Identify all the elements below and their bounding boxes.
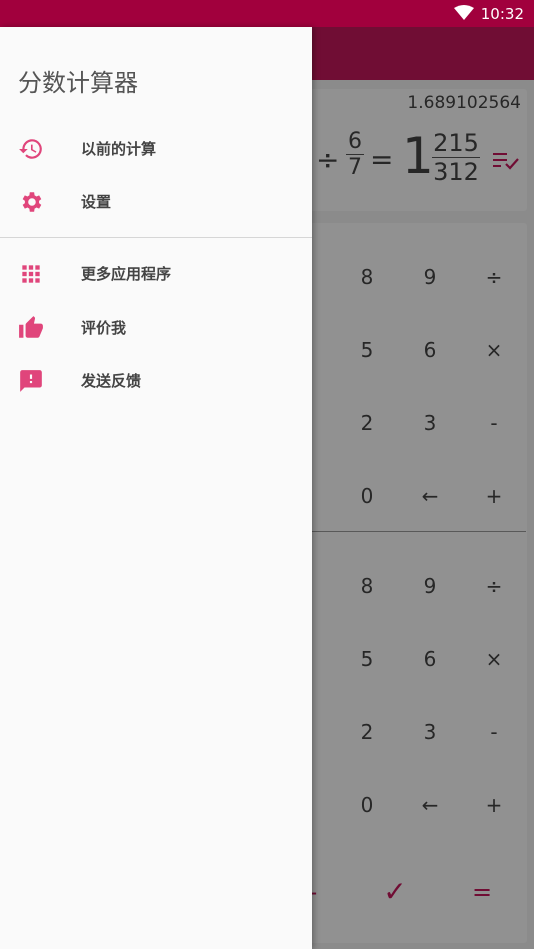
drawer-title: 分数计算器 — [18, 69, 138, 97]
menu-item-label: 以前的计算 — [81, 140, 157, 158]
menu-item-label: 发送反馈 — [81, 372, 142, 390]
menu-item-history[interactable]: 以前的计算 — [0, 124, 312, 174]
status-bar: 10:32 — [0, 0, 534, 27]
navigation-drawer: 分数计算器 以前的计算 设置 更多应用程序 评价我 发送反馈 — [0, 27, 312, 949]
menu-item-label: 更多应用程序 — [81, 265, 172, 283]
gear-icon — [22, 192, 42, 212]
menu-item-feedback[interactable]: 发送反馈 — [0, 356, 312, 406]
history-icon — [19, 139, 42, 159]
wifi-icon — [454, 5, 474, 20]
feedback-icon — [20, 370, 42, 392]
menu-item-more-apps[interactable]: 更多应用程序 — [0, 249, 312, 299]
drawer-divider — [0, 237, 312, 238]
thumbs-up-icon — [19, 316, 43, 338]
menu-item-rate[interactable]: 评价我 — [0, 303, 312, 353]
menu-item-label: 评价我 — [81, 319, 127, 337]
apps-grid-icon — [22, 265, 40, 283]
menu-item-label: 设置 — [81, 193, 112, 211]
menu-item-settings[interactable]: 设置 — [0, 177, 312, 227]
status-time: 10:32 — [480, 5, 524, 23]
